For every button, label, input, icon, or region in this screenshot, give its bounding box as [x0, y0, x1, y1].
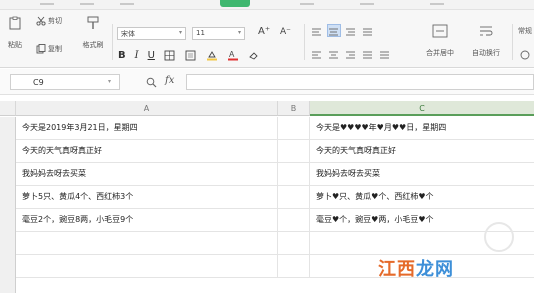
name-box[interactable]: C9 ▾ [10, 74, 120, 90]
menu-stub [80, 3, 94, 5]
menu-stub [40, 3, 54, 5]
paintbrush-icon [87, 16, 99, 29]
table-row: 今天的天气真呀真正好 今天的天气真呀真正好 [16, 140, 534, 163]
table-row: 我妈妈去呀去买菜 我妈妈去呀去买菜 [16, 163, 534, 186]
wrap-text-button[interactable]: 自动换行 [466, 24, 506, 58]
font-color-icon[interactable]: A [227, 50, 239, 61]
format-row: B I U A [118, 50, 260, 61]
menu-stub [300, 3, 314, 5]
table-row: 今天是2019年3月21日，星期四 今天是♥♥♥♥年♥月♥♥日，星期四 [16, 117, 534, 140]
chevron-down-icon: ▾ [237, 29, 241, 36]
ribbon-toolbar: 剪切 粘贴 复制 格式刷 宋体 ▾ 11 ▾ A⁺ A⁻ B I U A 合并居… [0, 10, 534, 68]
cell-a4[interactable]: 萝卜5只、黄瓜4个、西红柿3个 [16, 186, 278, 209]
row-header-column [0, 117, 16, 293]
menu-stub [360, 3, 374, 5]
watermark-logo: 江西龙网 [378, 255, 454, 281]
border-icon[interactable] [164, 50, 176, 61]
copy-button[interactable]: 复制 [36, 44, 62, 54]
font-name-value: 宋体 [121, 30, 135, 38]
paste-label: 粘贴 [8, 41, 22, 49]
bold-button[interactable]: B [118, 50, 126, 61]
cell-c3[interactable]: 我妈妈去呀去买菜 [310, 163, 534, 186]
table-row: 毫豆2个，豌豆8两，小毛豆9个 毫豆♥个，豌豆♥两，小毛豆♥个 [16, 209, 534, 232]
italic-button[interactable]: I [135, 50, 139, 61]
formula-bar: C9 ▾ fx [0, 69, 534, 95]
grow-font-button[interactable]: A⁺ [258, 26, 270, 37]
font-size-select[interactable]: 11 ▾ [192, 27, 245, 40]
cut-label: 剪切 [48, 17, 62, 25]
cell-b1[interactable] [278, 117, 310, 140]
ribbon-divider [304, 24, 305, 60]
eraser-icon[interactable] [248, 50, 260, 61]
cell-b7[interactable] [278, 255, 310, 278]
cell-a6[interactable] [16, 232, 278, 255]
scissors-icon [36, 16, 46, 26]
formula-input[interactable] [186, 74, 534, 90]
vertical-align-icons[interactable] [312, 27, 432, 37]
cell-c4[interactable]: 萝卜♥只、黄瓜♥个、西红柿♥个 [310, 186, 534, 209]
wrap-text-label: 自动换行 [472, 49, 500, 57]
shrink-font-label: A⁻ [280, 27, 291, 37]
paste-button[interactable]: 粘贴 [0, 16, 30, 50]
menu-stub [120, 3, 134, 5]
copy-label: 复制 [48, 45, 62, 53]
table-row [16, 232, 534, 255]
menu-stub [430, 3, 444, 5]
merge-center-label: 合并居中 [426, 49, 454, 57]
cell-b5[interactable] [278, 209, 310, 232]
underline-button[interactable]: U [148, 50, 155, 61]
wrap-text-icon [480, 26, 493, 36]
cell-a3[interactable]: 我妈妈去呀去买菜 [16, 163, 278, 186]
menu-strip [0, 0, 534, 10]
start-tab-highlight[interactable] [220, 0, 250, 7]
grow-font-label: A⁺ [258, 26, 271, 37]
cell-c1[interactable]: 今天是♥♥♥♥年♥月♥♥日，星期四 [310, 117, 534, 140]
copy-icon [36, 44, 46, 54]
font-size-value: 11 [196, 29, 205, 37]
ribbon-divider [512, 24, 513, 60]
merge-center-button[interactable]: 合并居中 [420, 24, 460, 58]
percent-button[interactable] [520, 50, 530, 60]
number-format-select[interactable]: 常规 [518, 26, 532, 36]
watermark-part2: 龙网 [416, 259, 454, 280]
select-all-corner[interactable] [0, 101, 16, 116]
ribbon-divider [112, 24, 113, 60]
column-header-b[interactable]: B [278, 101, 310, 116]
zoom-icon[interactable] [146, 77, 157, 88]
watermark-part1: 江西 [378, 259, 416, 280]
chevron-down-icon: ▾ [178, 29, 182, 36]
cut-button[interactable]: 剪切 [36, 16, 62, 26]
number-format-value: 常规 [518, 27, 532, 35]
horizontal-align-icons[interactable] [312, 50, 432, 60]
svg-text:A: A [229, 50, 235, 59]
cell-b2[interactable] [278, 140, 310, 163]
fx-button[interactable]: fx [165, 75, 174, 86]
fill-color-icon[interactable] [206, 50, 218, 61]
cell-a7[interactable] [16, 255, 278, 278]
watermark-paw-logo [484, 222, 514, 252]
cell-a2[interactable]: 今天的天气真呀真正好 [16, 140, 278, 163]
format-painter-label: 格式刷 [82, 41, 104, 49]
merge-cells-icon [432, 24, 448, 38]
shrink-font-button[interactable]: A⁻ [280, 27, 291, 37]
cell-b3[interactable] [278, 163, 310, 186]
cell-b6[interactable] [278, 232, 310, 255]
clipboard-icon [9, 16, 21, 30]
cell-b4[interactable] [278, 186, 310, 209]
percent-icon [520, 50, 530, 60]
cell-style-icon[interactable] [185, 50, 197, 61]
column-header-a[interactable]: A [16, 101, 278, 116]
cell-a1[interactable]: 今天是2019年3月21日，星期四 [16, 117, 278, 140]
column-header-c[interactable]: C [310, 101, 534, 116]
font-name-select[interactable]: 宋体 ▾ [117, 27, 186, 40]
table-row [16, 255, 534, 278]
name-box-value: C9 [33, 78, 44, 87]
chevron-down-icon: ▾ [107, 78, 111, 85]
table-row: 萝卜5只、黄瓜4个、西红柿3个 萝卜♥只、黄瓜♥个、西红柿♥个 [16, 186, 534, 209]
cell-c2[interactable]: 今天的天气真呀真正好 [310, 140, 534, 163]
format-painter-button[interactable]: 格式刷 [78, 16, 108, 50]
cell-a5[interactable]: 毫豆2个，豌豆8两，小毛豆9个 [16, 209, 278, 232]
